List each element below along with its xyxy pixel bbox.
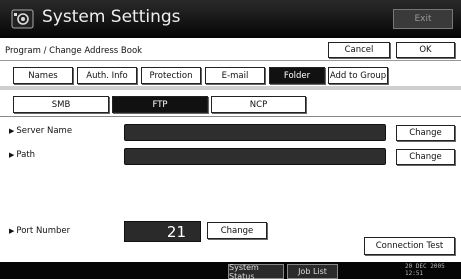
tab-folder[interactable]: Folder — [269, 67, 325, 84]
date-text: 20 DEC 2005 — [405, 263, 445, 270]
port-number-field[interactable]: 21 — [124, 221, 201, 242]
port-number-label-text: Port Number — [16, 226, 71, 236]
ok-button[interactable]: OK — [396, 42, 455, 58]
arrow-right-icon: ▶ — [9, 127, 15, 135]
change-port-button[interactable]: Change — [207, 222, 267, 239]
exit-button[interactable]: Exit — [393, 9, 453, 29]
server-name-label: ▶ Server Name — [9, 126, 72, 136]
system-status-button[interactable]: System Status — [228, 263, 284, 279]
section-divider — [0, 116, 461, 117]
protocol-ftp-button[interactable]: FTP — [112, 96, 208, 113]
arrow-right-icon: ▶ — [9, 227, 15, 235]
protocol-smb-button[interactable]: SMB — [13, 96, 109, 113]
system-settings-icon — [11, 9, 34, 29]
arrow-right-icon: ▶ — [9, 151, 15, 159]
tab-names[interactable]: Names — [13, 67, 73, 84]
change-path-button[interactable]: Change — [396, 149, 455, 165]
date-time-display: 20 DEC 2005 12:51 — [405, 263, 445, 277]
path-field[interactable] — [124, 148, 386, 165]
protocol-ncp-button[interactable]: NCP — [211, 96, 306, 113]
path-label: ▶ Path — [9, 150, 35, 160]
tab-protection[interactable]: Protection — [141, 67, 201, 84]
tab-divider — [0, 86, 461, 90]
tab-add-to-group[interactable]: Add to Group — [328, 67, 388, 84]
sub-header-title: Program / Change Address Book — [5, 46, 143, 56]
tab-auth-info[interactable]: Auth. Info — [77, 67, 137, 84]
tab-e-mail[interactable]: E-mail — [205, 67, 265, 84]
connection-test-button[interactable]: Connection Test — [364, 237, 455, 255]
job-list-button[interactable]: Job List — [287, 264, 338, 279]
change-server-name-button[interactable]: Change — [396, 125, 455, 141]
page-title: System Settings — [42, 7, 181, 27]
time-text: 12:51 — [405, 270, 424, 277]
server-name-field[interactable] — [124, 124, 386, 141]
path-label-text: Path — [16, 150, 36, 160]
server-name-label-text: Server Name — [16, 126, 73, 136]
cancel-button[interactable]: Cancel — [328, 42, 390, 58]
port-number-label: ▶ Port Number — [9, 226, 70, 236]
